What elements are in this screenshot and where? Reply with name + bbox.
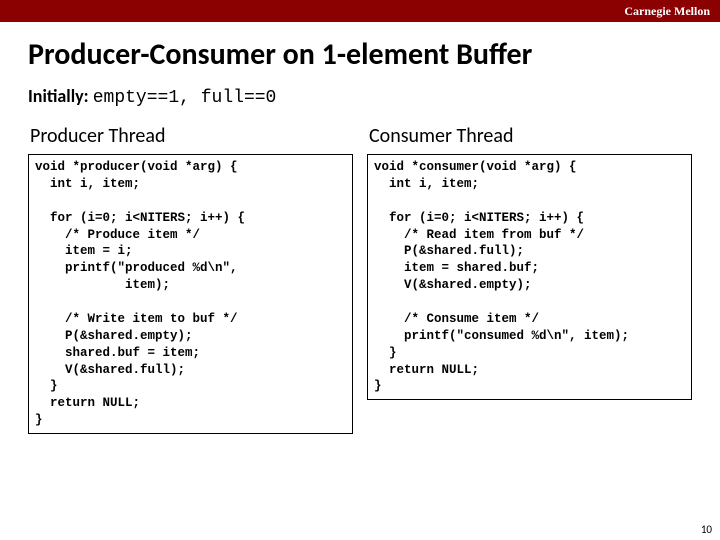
producer-codebox: void *producer(void *arg) { int i, item;… (28, 154, 353, 434)
consumer-column: Consumer Thread void *consumer(void *arg… (367, 124, 692, 434)
brand-label: Carnegie Mellon (624, 4, 710, 18)
initial-condition: Initially: empty==1, full==0 (28, 85, 692, 108)
initially-label: Initially: (28, 85, 89, 107)
consumer-code: void *consumer(void *arg) { int i, item;… (374, 159, 685, 395)
slide-title: Producer-Consumer on 1-element Buffer (28, 36, 692, 73)
columns: Producer Thread void *producer(void *arg… (28, 124, 692, 434)
page-number: 10 (701, 523, 712, 536)
initially-expr: empty==1, full==0 (93, 88, 277, 108)
topbar: Carnegie Mellon (0, 0, 720, 22)
producer-code: void *producer(void *arg) { int i, item;… (35, 159, 346, 429)
producer-heading: Producer Thread (28, 124, 353, 148)
consumer-heading: Consumer Thread (367, 124, 692, 148)
consumer-codebox: void *consumer(void *arg) { int i, item;… (367, 154, 692, 400)
slide-content: Producer-Consumer on 1-element Buffer In… (0, 22, 720, 434)
producer-column: Producer Thread void *producer(void *arg… (28, 124, 353, 434)
